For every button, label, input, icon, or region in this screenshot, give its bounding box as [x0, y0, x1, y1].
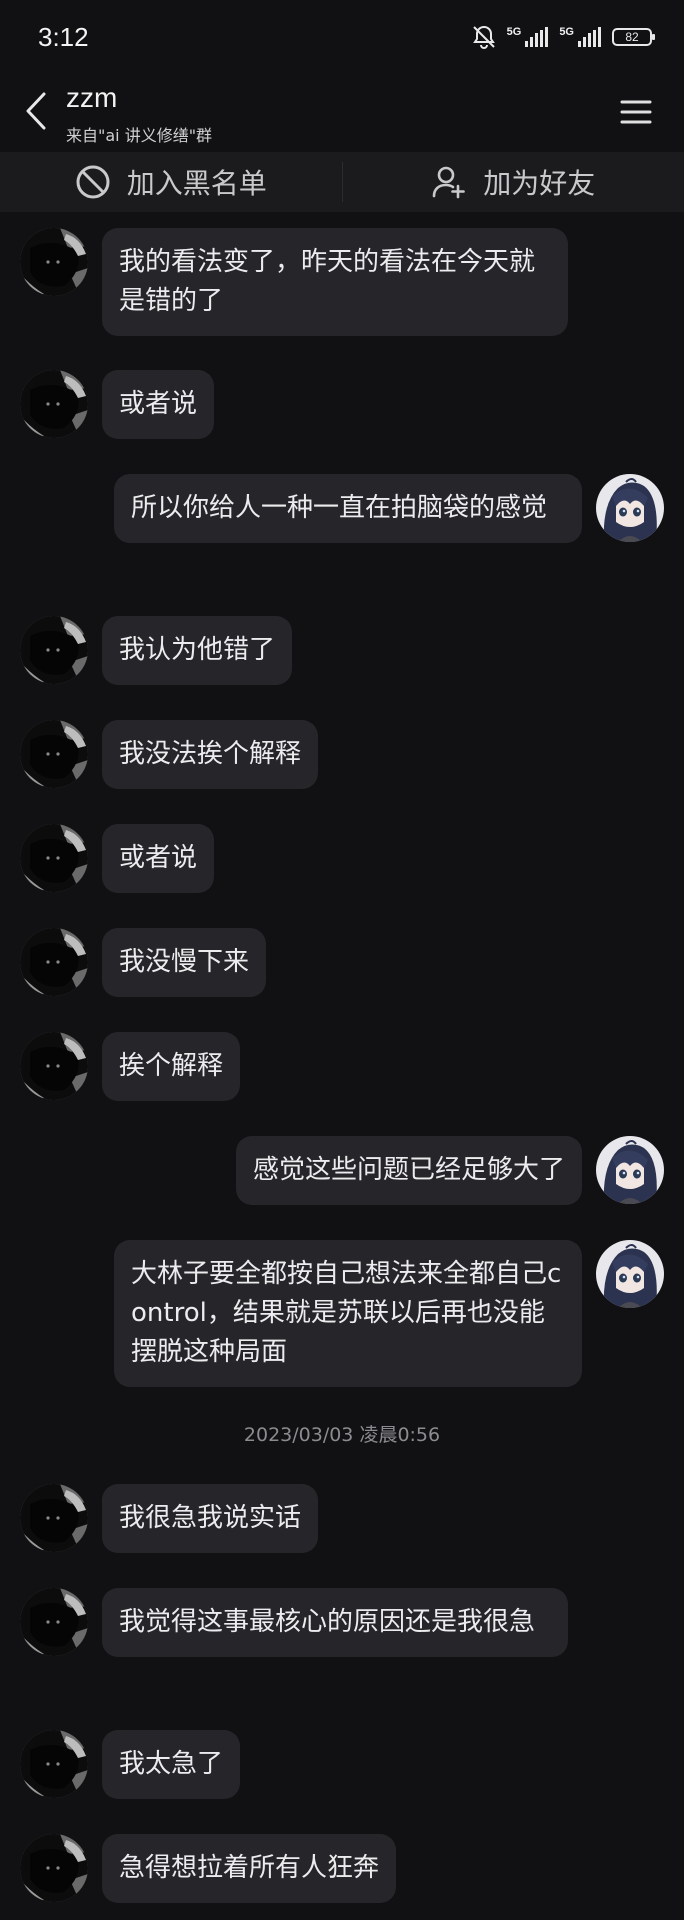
message-list[interactable]: 我的看法变了，昨天的看法在今天就是错的了 或者说 所以你给人一种一直在拍脑袋的感…: [0, 212, 684, 1920]
signal-icon: [525, 27, 549, 47]
avatar[interactable]: [596, 474, 664, 542]
message-bubble[interactable]: 我的看法变了，昨天的看法在今天就是错的了: [102, 228, 568, 336]
avatar[interactable]: [20, 1730, 88, 1798]
message-bubble[interactable]: 我太急了: [102, 1730, 241, 1799]
network-label-2: 5G: [559, 26, 574, 38]
message-bubble[interactable]: 我没慢下来: [102, 928, 267, 997]
network-label-1: 5G: [506, 26, 522, 38]
block-icon: [76, 165, 110, 199]
avatar[interactable]: [20, 1484, 88, 1552]
avatar[interactable]: [20, 928, 88, 996]
chat-title: zzm: [66, 82, 118, 113]
battery-indicator: 82: [612, 28, 655, 46]
add-friend-label: 加为好友: [483, 167, 596, 200]
status-icons: 5G 5G 82: [471, 24, 655, 50]
avatar[interactable]: [596, 1136, 664, 1204]
chat-header: zzm 来自"ai 讲义修缮"群: [0, 72, 684, 152]
avatar[interactable]: [596, 1240, 664, 1308]
message-bubble[interactable]: 或者说: [102, 370, 215, 439]
avatar[interactable]: [20, 720, 88, 788]
message-bubble[interactable]: 我觉得这事最核心的原因还是我很急: [102, 1588, 568, 1657]
message-timestamp: 2023/03/03 凌晨0:56: [243, 1424, 441, 1446]
signal-icon: [578, 27, 601, 47]
message-bubble[interactable]: 我认为他错了: [102, 616, 293, 685]
mute-bell-icon: [472, 25, 495, 49]
blacklist-button[interactable]: 加入黑名单: [0, 152, 342, 212]
avatar[interactable]: [20, 1588, 88, 1656]
chevron-left-icon: [26, 92, 46, 130]
hamburger-menu-icon: [620, 100, 652, 124]
add-user-icon: [432, 166, 466, 199]
chat-subtitle: 来自"ai 讲义修缮"群: [66, 126, 213, 145]
message-bubble[interactable]: 或者说: [102, 824, 215, 893]
message-bubble[interactable]: 我很急我说实话: [102, 1484, 319, 1553]
status-bar: 3:12 5G 5G 82: [0, 0, 684, 72]
message-bubble[interactable]: 我没法挨个解释: [102, 720, 319, 789]
avatar[interactable]: [20, 1834, 88, 1902]
battery-level: 82: [625, 30, 639, 44]
message-bubble[interactable]: 所以你给人一种一直在拍脑袋的感觉: [114, 474, 582, 543]
message-bubble[interactable]: 急得想拉着所有人狂奔: [102, 1834, 397, 1903]
status-time: 3:12: [38, 22, 89, 52]
message-bubble[interactable]: 大林子要全都按自己想法来全都自己control，结果就是苏联以后再也没能摆脱这种…: [114, 1240, 582, 1387]
avatar[interactable]: [20, 616, 88, 684]
avatar[interactable]: [20, 370, 88, 438]
avatar[interactable]: [20, 824, 88, 892]
add-friend-button[interactable]: 加为好友: [343, 152, 684, 212]
menu-button[interactable]: [618, 94, 654, 130]
avatar[interactable]: [20, 228, 88, 296]
avatar[interactable]: [20, 1032, 88, 1100]
action-bar: 加入黑名单 加为好友: [0, 152, 684, 212]
message-bubble[interactable]: 挨个解释: [102, 1032, 241, 1101]
back-button[interactable]: [18, 86, 58, 136]
message-bubble[interactable]: 感觉这些问题已经足够大了: [235, 1136, 582, 1205]
blacklist-label: 加入黑名单: [126, 167, 267, 200]
